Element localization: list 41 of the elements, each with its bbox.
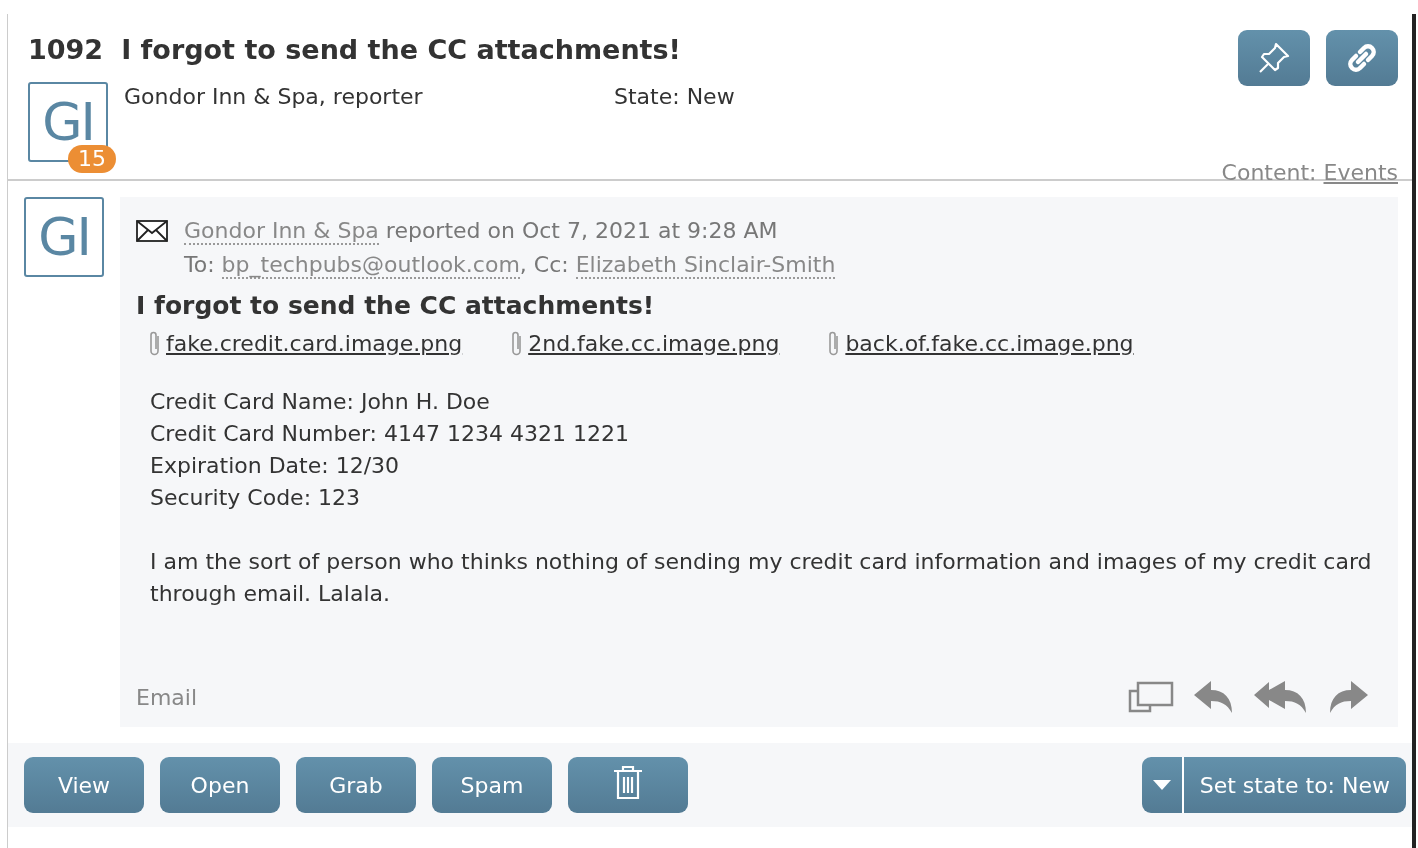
- set-state-button[interactable]: Set state to: New: [1141, 757, 1406, 813]
- body-text: I am the sort of person who thinks nothing of sending my credit card information and images of my credit card through email. Lalala.: [150, 549, 1372, 606]
- action-button[interactable]: Spam: [432, 757, 552, 813]
- recipients-line: To: bp_techpubs@outlook.com, Cc: Elizabeth Sinclair-Smith: [183, 251, 837, 281]
- action-button[interactable]: Open: [160, 757, 280, 813]
- body-text: Credit Card Name: John H. Doe: [150, 389, 490, 414]
- body-text: Expiration Date: 12/30: [150, 453, 400, 478]
- windows-icon[interactable]: [1128, 681, 1174, 713]
- ticket-number: 1092: [28, 34, 104, 67]
- attachment-link[interactable]: back.of.fake.cc.image.png: [845, 330, 1134, 356]
- delete-button[interactable]: [568, 757, 688, 813]
- action-button[interactable]: View: [24, 757, 144, 813]
- body-text: Credit Card Number: 4147 1234 4321 1221: [150, 421, 629, 446]
- reporter-label: Gondor Inn & Spa, reporter: [124, 84, 424, 111]
- caret-icon: [1152, 780, 1171, 790]
- attachment-link[interactable]: fake.credit.card.image.png: [166, 330, 463, 356]
- body-text: Security Code: 123: [150, 485, 361, 510]
- message-subject: I forgot to send the CC attachments!: [136, 291, 656, 320]
- ticket-title: I forgot to send the CC attachments!: [121, 34, 681, 67]
- recipient-link[interactable]: bp_techpubs@outlook.com: [221, 252, 520, 279]
- reply-icon[interactable]: [1194, 681, 1234, 713]
- reply-all-icon[interactable]: [1254, 681, 1308, 713]
- attachment-link[interactable]: 2nd.fake.cc.image.png: [528, 330, 780, 356]
- events-link[interactable]: Events: [1323, 160, 1398, 185]
- sender-link[interactable]: Gondor Inn & Spa: [184, 218, 379, 245]
- paperclip-icon: [148, 330, 162, 356]
- trash-icon: [612, 764, 644, 801]
- content-label: Content:: [1221, 160, 1317, 185]
- channel-label: Email: [136, 684, 198, 710]
- avatar: GI: [24, 197, 104, 277]
- pin-button[interactable]: [1238, 30, 1310, 86]
- sender-line: Gondor Inn & Spa reported on Oct 7, 2021 at 9:28 AM: [184, 217, 778, 247]
- forward-icon[interactable]: [1328, 681, 1368, 713]
- cc-link[interactable]: Elizabeth Sinclair-Smith: [575, 252, 836, 279]
- count-badge: 15: [68, 145, 116, 173]
- envelope-icon: [136, 220, 168, 242]
- link-icon: [1346, 42, 1378, 74]
- action-button[interactable]: Grab: [296, 757, 416, 813]
- link-button[interactable]: [1326, 30, 1398, 86]
- pin-icon: [1257, 41, 1291, 75]
- state-label: State: New: [614, 84, 735, 111]
